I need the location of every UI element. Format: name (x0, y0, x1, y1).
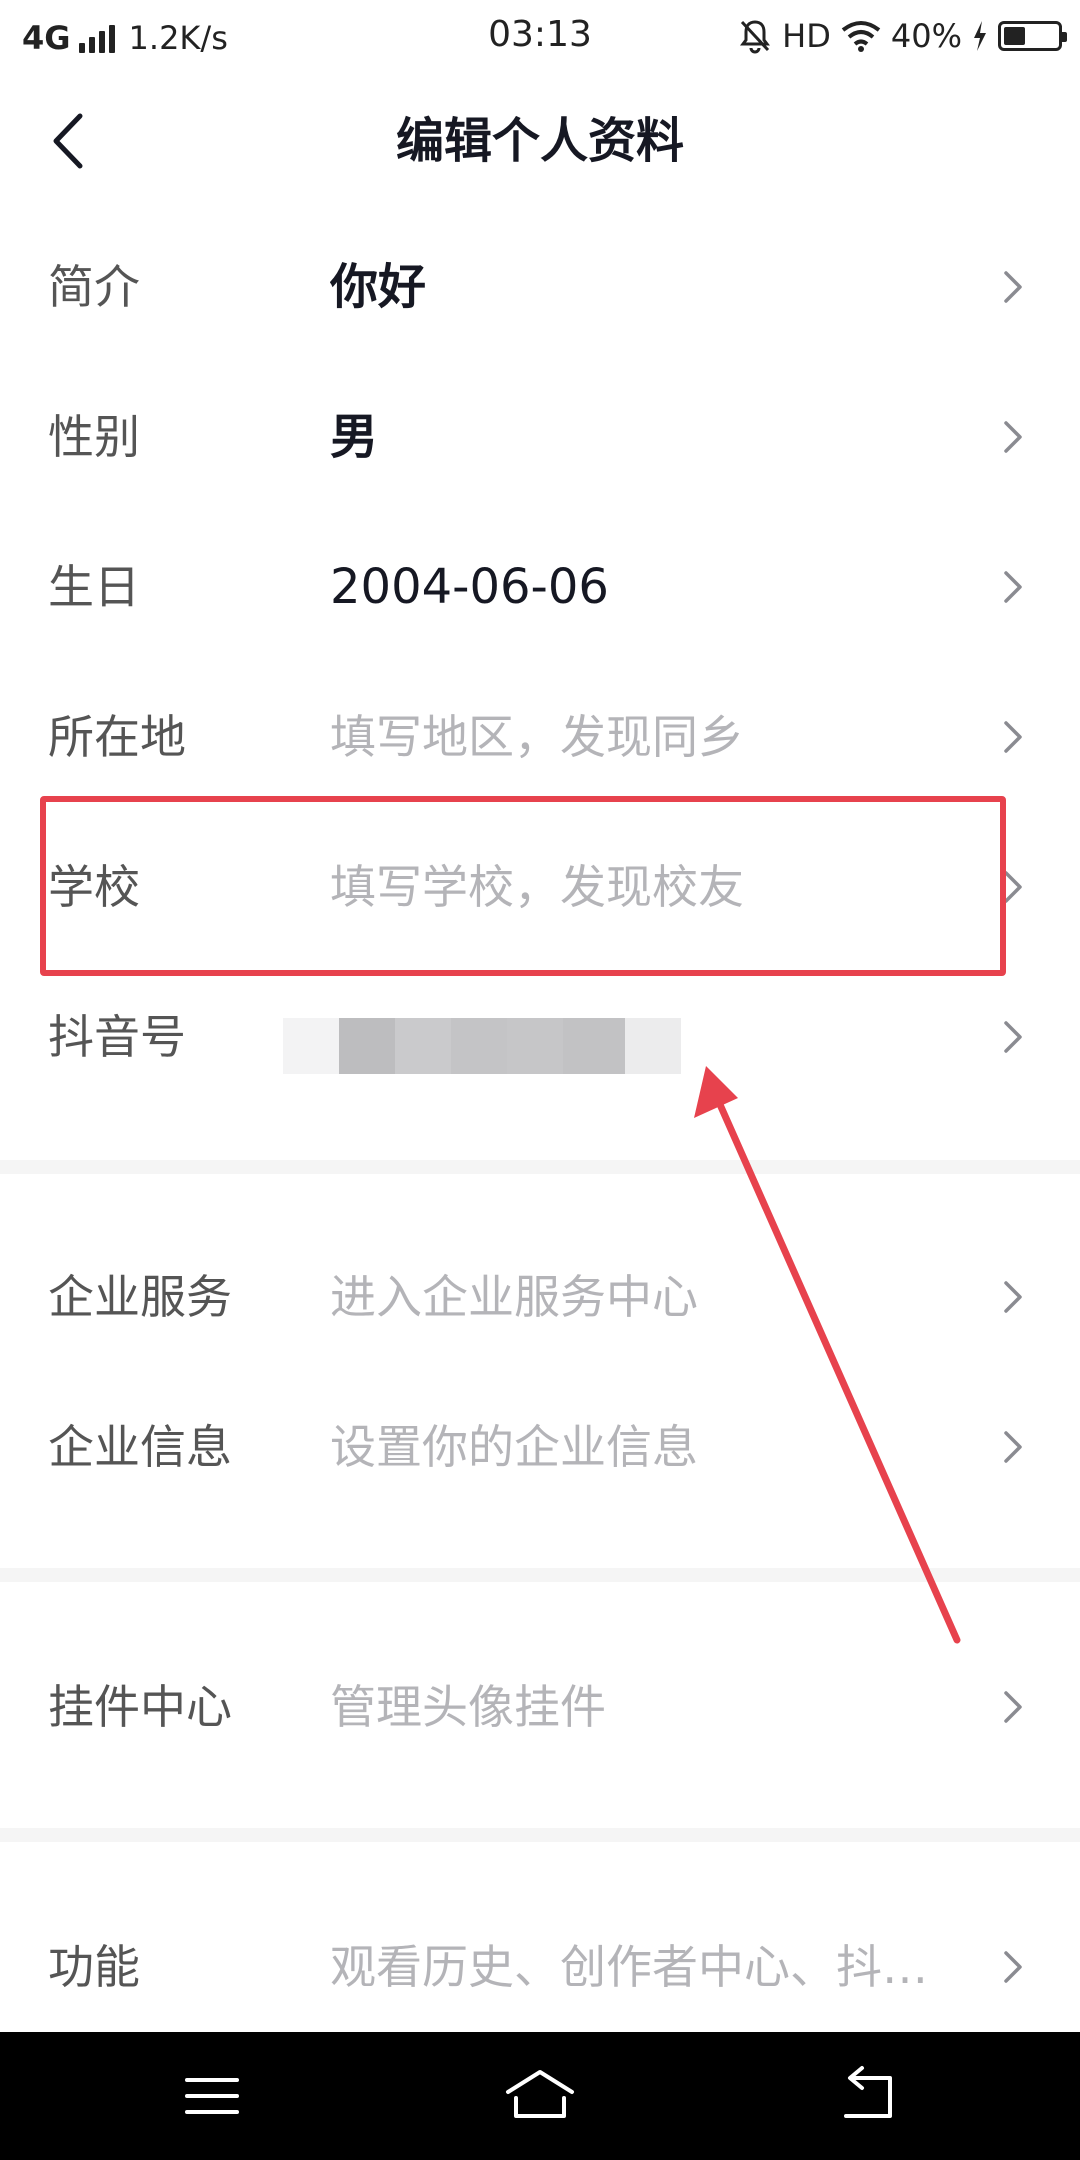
row-placeholder: 填写地区，发现同乡 (330, 710, 744, 764)
blurred-douyin-id (283, 1018, 681, 1074)
row-label: 简介 (48, 260, 140, 314)
status-bar: 4G 1.2K/s 03:13 HD 40% (0, 0, 1080, 76)
row-label: 功能 (48, 1940, 140, 1994)
row-bio[interactable]: 简介 你好 (0, 212, 1080, 362)
chevron-right-icon (1004, 1281, 1022, 1313)
battery-fill (1004, 27, 1025, 45)
header: 编辑个人资料 (0, 76, 1080, 206)
chevron-right-icon (1004, 1691, 1022, 1723)
page-title: 编辑个人资料 (395, 113, 684, 169)
wifi-icon (841, 21, 881, 52)
chevron-right-icon (1004, 1431, 1022, 1463)
row-enterprise-service[interactable]: 企业服务 进入企业服务中心 (0, 1222, 1080, 1372)
battery-icon (998, 21, 1067, 51)
row-value: 2004-06-06 (330, 559, 609, 615)
chevron-right-icon (1004, 721, 1022, 753)
row-placeholder: 管理头像挂件 (330, 1680, 606, 1734)
section-divider (0, 1160, 1080, 1174)
row-features[interactable]: 功能 观看历史、创作者中心、抖… (0, 1892, 1080, 2042)
row-gender[interactable]: 性别 男 (0, 362, 1080, 512)
chevron-right-icon (1004, 421, 1022, 453)
battery-percent: 40% (890, 17, 962, 55)
row-placeholder: 设置你的企业信息 (330, 1420, 698, 1474)
home-icon[interactable] (490, 2056, 590, 2136)
section-divider (0, 1828, 1080, 1842)
edit-profile-screen: 4G 1.2K/s 03:13 HD 40% 编辑个人资料 简介 你好 性别 男… (0, 0, 1080, 2160)
annotation-highlight-box (40, 796, 1006, 976)
row-label: 挂件中心 (48, 1680, 232, 1734)
row-label: 企业信息 (48, 1420, 232, 1474)
row-placeholder: 进入企业服务中心 (330, 1270, 698, 1324)
chevron-right-icon (1004, 271, 1022, 303)
row-placeholder: 观看历史、创作者中心、抖… (330, 1940, 928, 1994)
charging-icon (974, 21, 986, 51)
row-label: 企业服务 (48, 1270, 232, 1324)
row-label: 生日 (48, 560, 140, 614)
return-icon[interactable] (818, 2056, 918, 2136)
row-value: 男 (330, 409, 379, 465)
row-pendant-center[interactable]: 挂件中心 管理头像挂件 (0, 1632, 1080, 1782)
row-enterprise-info[interactable]: 企业信息 设置你的企业信息 (0, 1372, 1080, 1522)
row-birthday[interactable]: 生日 2004-06-06 (0, 512, 1080, 662)
section-divider (0, 1568, 1080, 1582)
row-label: 抖音号 (48, 1010, 186, 1064)
chevron-right-icon (1004, 1951, 1022, 1983)
mute-bell-icon (740, 20, 771, 54)
menu-icon[interactable] (162, 2056, 262, 2136)
status-right: HD 40% (728, 16, 1067, 56)
navigation-bar (0, 2032, 1080, 2160)
row-label: 所在地 (48, 710, 186, 764)
hd-indicator: HD (782, 17, 831, 55)
row-location[interactable]: 所在地 填写地区，发现同乡 (0, 662, 1080, 812)
row-value: 你好 (330, 259, 427, 315)
row-label: 性别 (48, 410, 140, 464)
chevron-right-icon (1004, 1021, 1022, 1053)
chevron-right-icon (1004, 571, 1022, 603)
